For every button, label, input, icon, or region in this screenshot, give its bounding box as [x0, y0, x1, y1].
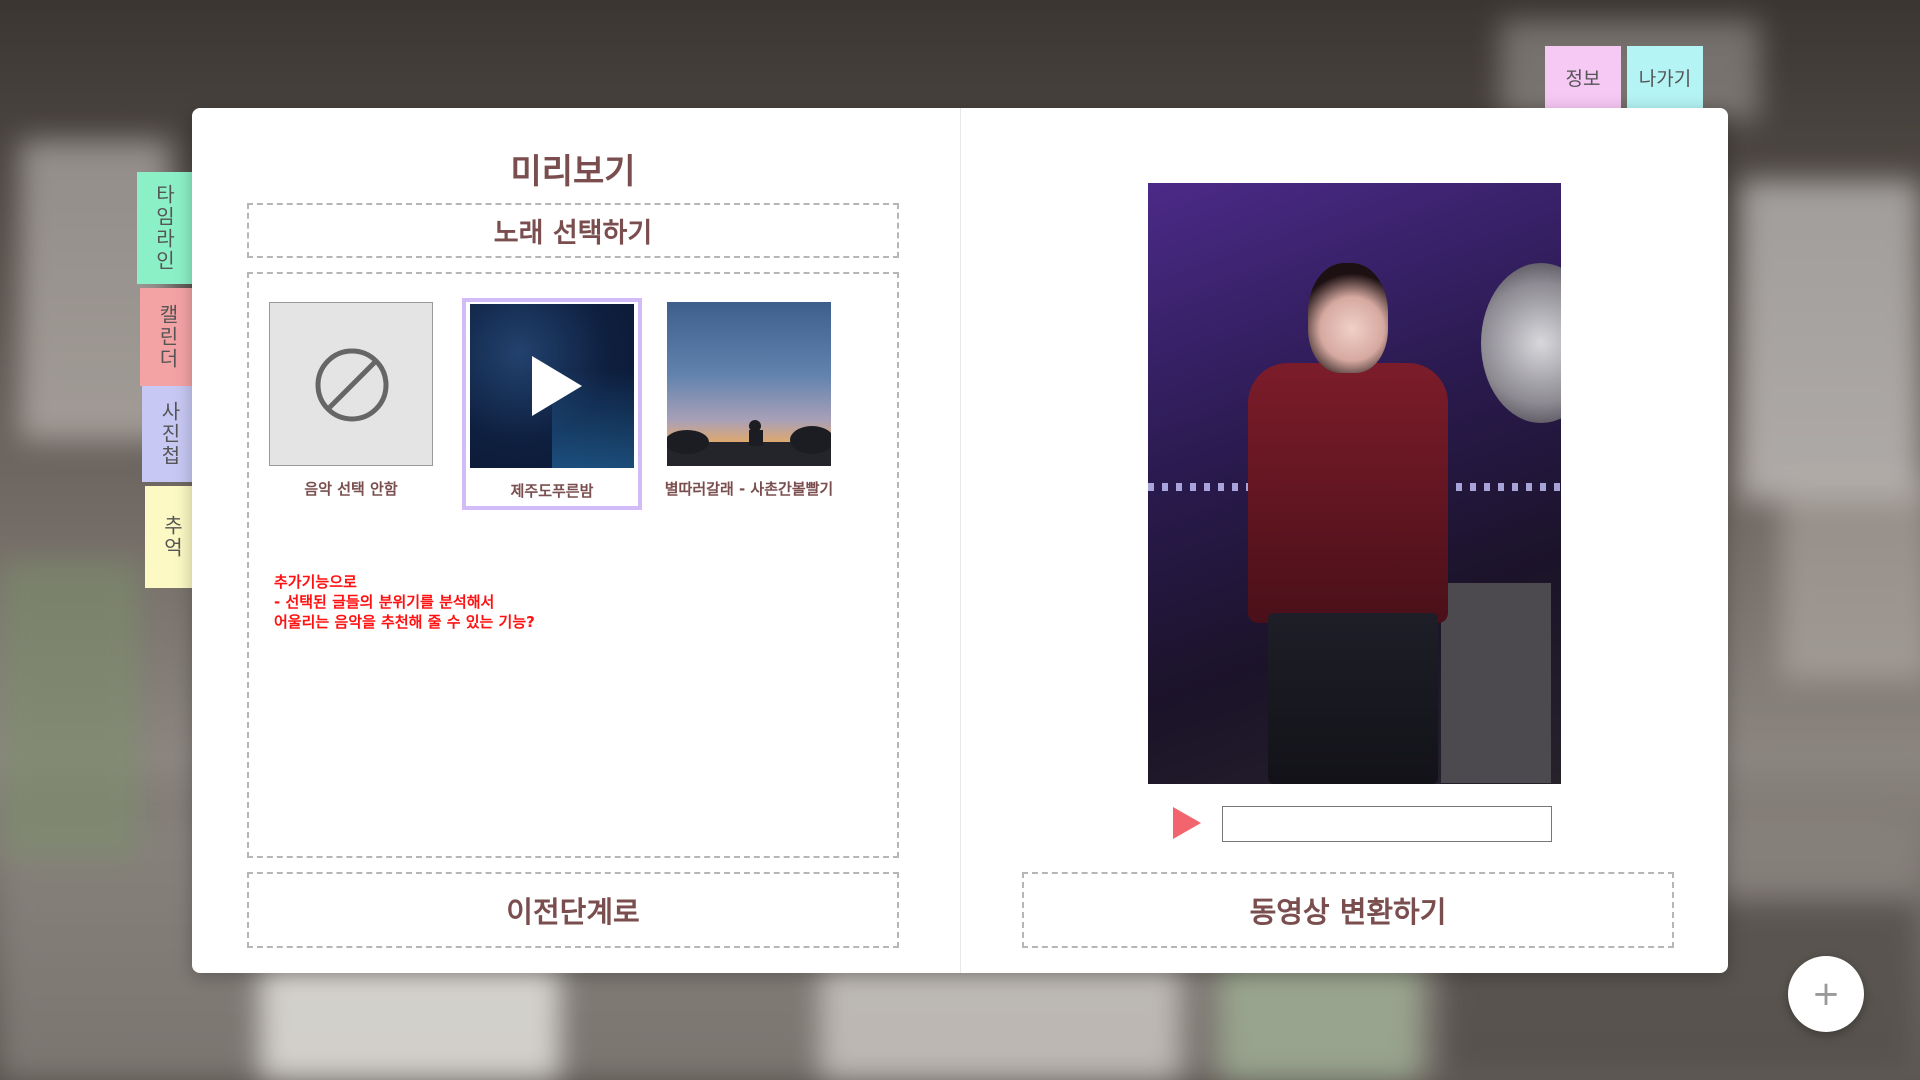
convert-video-button[interactable]: 동영상 변환하기: [1022, 872, 1674, 948]
tab-album[interactable]: 사진첩: [142, 386, 198, 482]
select-song-button[interactable]: 노래 선택하기: [247, 203, 899, 258]
music-option-selected[interactable]: 제주도푸른밤: [462, 298, 642, 510]
prev-step-button[interactable]: 이전단계로: [247, 872, 899, 948]
music-label: 음악 선택 안함: [304, 480, 398, 498]
music-label: 별따러갈래 - 사촌간볼빨기: [664, 480, 834, 498]
exit-button[interactable]: 나가기: [1627, 46, 1703, 108]
play-icon: [532, 356, 582, 416]
preview-panel: 미리보기 노래 선택하기 음악 선택 안함 제주도푸른밤 별따러갈래 - 사촌간…: [192, 108, 1728, 973]
music-cover: [665, 302, 834, 466]
ban-icon: [315, 348, 389, 422]
add-button[interactable]: +: [1788, 956, 1864, 1032]
video-progress-bar[interactable]: [1222, 806, 1552, 842]
video-preview: [1148, 183, 1561, 784]
panel-divider: [960, 108, 961, 973]
album-art-silhouette: [665, 420, 834, 466]
page-title: 미리보기: [510, 152, 636, 192]
info-button[interactable]: 정보: [1545, 46, 1621, 108]
feature-note: 추가기능으로 - 선택된 글들의 분위기를 분석해서 어울리는 음악을 추천해 …: [274, 573, 535, 631]
music-list: 음악 선택 안함 제주도푸른밤 별따러갈래 - 사촌간볼빨기 추가기능으로 - …: [247, 272, 899, 858]
music-label: 제주도푸른밤: [510, 482, 594, 500]
tab-timeline[interactable]: 타임라인: [137, 172, 192, 284]
music-option[interactable]: 별따러갈래 - 사촌간볼빨기: [664, 302, 834, 499]
music-cover: [269, 302, 433, 466]
music-cover: [470, 304, 634, 468]
music-option-none[interactable]: 음악 선택 안함: [266, 302, 436, 499]
play-icon[interactable]: [1173, 807, 1201, 839]
tab-calendar[interactable]: 캘린더: [140, 288, 196, 386]
